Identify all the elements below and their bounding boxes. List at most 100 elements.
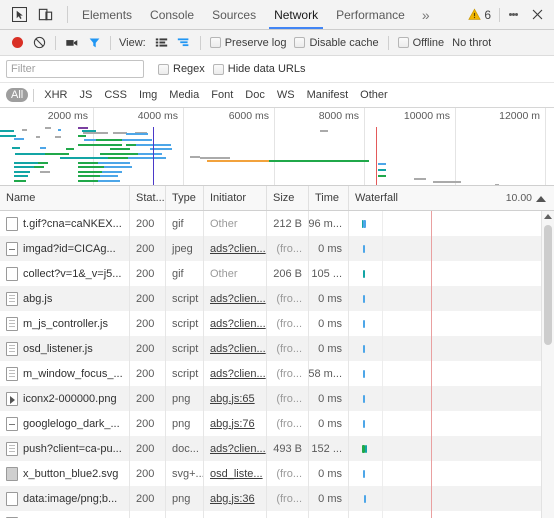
preserve-log-box xyxy=(209,37,221,48)
network-overview-timeline[interactable]: 2000 ms 4000 ms 6000 ms 8000 ms 10000 ms 1200… xyxy=(0,108,554,186)
regex-checkbox[interactable]: Regex xyxy=(154,63,209,75)
cell-initiator[interactable]: ads?clien... xyxy=(204,436,267,461)
inspect-element-icon[interactable] xyxy=(6,2,32,28)
overview-request-bar xyxy=(78,161,98,164)
warning-triangle-icon xyxy=(468,8,482,20)
cell-initiator[interactable]: ads?clien... xyxy=(204,286,267,311)
list-view-icon[interactable] xyxy=(151,32,173,54)
funnel-icon[interactable] xyxy=(83,32,105,54)
cell-status: 200 xyxy=(130,461,166,486)
cell-name[interactable]: osd_listener.js xyxy=(0,336,130,361)
sort-ascending-icon[interactable] xyxy=(532,186,550,210)
cell-name[interactable]: collect?v=1&_v=j5... xyxy=(0,261,130,286)
column-header-initiator[interactable]: Initiator xyxy=(204,186,267,210)
table-row[interactable]: x_button_blue2.svg 200 svg+... osd_liste...… xyxy=(0,461,554,486)
overview-tick-label: 10000 ms xyxy=(403,110,450,122)
overview-request-bar xyxy=(100,175,118,177)
type-filter-js[interactable]: JS xyxy=(74,88,97,102)
cell-name[interactable]: googlelogo_dark_... xyxy=(0,411,130,436)
cell-initiator[interactable]: abg.js:65 xyxy=(204,386,267,411)
cell-name[interactable]: t.gif?cna=caNKEX... xyxy=(0,211,130,236)
device-toolbar-icon[interactable] xyxy=(32,2,58,28)
cell-name[interactable]: m_window_focus_... xyxy=(0,361,130,386)
vertical-scrollbar[interactable] xyxy=(541,211,554,518)
cell-name[interactable]: us.php?dynk=ga2... xyxy=(0,511,130,518)
resource-type-filters: All XHR JS CSS Img Media Font Doc WS Man… xyxy=(0,83,554,108)
tab-network[interactable]: Network xyxy=(265,0,327,29)
cell-name[interactable]: imgad?id=CICAg... xyxy=(0,236,130,261)
table-row[interactable]: m_js_controller.js 200 script ads?clien...(… xyxy=(0,311,554,336)
hide-data-urls-checkbox[interactable]: Hide data URLs xyxy=(209,63,310,75)
doc-icon xyxy=(6,441,18,456)
more-tabs-icon[interactable]: » xyxy=(414,0,438,29)
table-row[interactable]: push?client=ca-pu... 200 doc... ads?clien..… xyxy=(0,436,554,461)
waterfall-bar xyxy=(365,445,367,453)
cell-name[interactable]: data:image/png;b... xyxy=(0,486,130,511)
offline-checkbox[interactable]: Offline xyxy=(394,37,449,49)
tab-console[interactable]: Console xyxy=(141,0,203,29)
type-filter-doc[interactable]: Doc xyxy=(240,88,270,102)
cell-time: 0 ms xyxy=(309,311,349,336)
table-row[interactable]: googlelogo_dark_... 200 png abg.js:76 (fro..… xyxy=(0,411,554,436)
cell-initiator[interactable]: ads?clien... xyxy=(204,361,267,386)
camera-icon[interactable] xyxy=(61,32,83,54)
column-header-waterfall[interactable]: Waterfall 10.00 xyxy=(349,186,554,210)
more-options-icon[interactable] xyxy=(502,2,524,28)
cell-name[interactable]: iconx2-000000.png xyxy=(0,386,130,411)
column-header-status[interactable]: Stat... xyxy=(130,186,166,210)
filter-input[interactable] xyxy=(6,60,144,78)
close-icon[interactable] xyxy=(524,2,550,28)
minus-icon xyxy=(6,241,18,256)
throttling-select[interactable]: No throt xyxy=(452,37,491,49)
scrollbar-thumb[interactable] xyxy=(544,225,552,345)
warning-badge[interactable]: 6 xyxy=(462,8,497,22)
table-row[interactable]: us.php?dynk=ga2...302text...push?clie...… xyxy=(0,511,554,518)
table-row[interactable]: collect?v=1&_v=j5... 200 gif Other 206 B 105 … xyxy=(0,261,554,286)
cell-waterfall xyxy=(349,461,554,486)
cell-status: 200 xyxy=(130,386,166,411)
preserve-log-checkbox[interactable]: Preserve log xyxy=(206,37,291,49)
record-icon[interactable] xyxy=(6,32,28,54)
table-row[interactable]: data:image/png;b... 200 png abg.js:36 (fro..… xyxy=(0,486,554,511)
scroll-up-icon[interactable] xyxy=(544,214,552,219)
type-filter-ws[interactable]: WS xyxy=(272,88,300,102)
column-header-type[interactable]: Type xyxy=(166,186,204,210)
cell-initiator[interactable]: ads?clien... xyxy=(204,311,267,336)
table-row[interactable]: imgad?id=CICAg... 200 jpeg ads?clien... (fro… xyxy=(0,236,554,261)
table-row[interactable]: t.gif?cna=caNKEX... 200 gif Other 212 B 96 m.… xyxy=(0,211,554,236)
cell-name[interactable]: m_js_controller.js xyxy=(0,311,130,336)
cell-initiator[interactable]: ads?clien... xyxy=(204,336,267,361)
tab-sources[interactable]: Sources xyxy=(203,0,265,29)
type-filter-css[interactable]: CSS xyxy=(99,88,132,102)
clear-icon[interactable] xyxy=(28,32,50,54)
disable-cache-checkbox[interactable]: Disable cache xyxy=(290,37,382,49)
cell-initiator[interactable]: abg.js:76 xyxy=(204,411,267,436)
cell-initiator[interactable]: abg.js:36 xyxy=(204,486,267,511)
cell-initiator[interactable]: push?clie... xyxy=(204,511,267,518)
column-header-size[interactable]: Size xyxy=(267,186,309,210)
tab-elements[interactable]: Elements xyxy=(73,0,141,29)
table-row[interactable]: abg.js 200 script ads?clien... (fro... 0 ms xyxy=(0,286,554,311)
table-row[interactable]: osd_listener.js 200 script ads?clien... (fro… xyxy=(0,336,554,361)
type-filter-other[interactable]: Other xyxy=(355,88,393,102)
column-header-time[interactable]: Time xyxy=(309,186,349,210)
table-row[interactable]: iconx2-000000.png 200 png abg.js:65 (fro... 0… xyxy=(0,386,554,411)
cell-initiator[interactable]: ads?clien... xyxy=(204,236,267,261)
type-filter-manifest[interactable]: Manifest xyxy=(302,88,354,102)
cell-waterfall xyxy=(349,361,554,386)
cell-name[interactable]: push?client=ca-pu... xyxy=(0,436,130,461)
type-filter-img[interactable]: Img xyxy=(134,88,162,102)
cell-name[interactable]: x_button_blue2.svg xyxy=(0,461,130,486)
column-header-name[interactable]: Name xyxy=(0,186,130,210)
cell-initiator[interactable]: osd_liste... xyxy=(204,461,267,486)
cell-name[interactable]: abg.js xyxy=(0,286,130,311)
table-row[interactable]: m_window_focus_... 200 script ads?clien...(… xyxy=(0,361,554,386)
type-filter-xhr[interactable]: XHR xyxy=(39,88,72,102)
waterfall-view-icon[interactable] xyxy=(173,32,195,54)
view-label: View: xyxy=(119,36,146,49)
type-filter-font[interactable]: Font xyxy=(206,88,238,102)
tab-performance[interactable]: Performance xyxy=(327,0,414,29)
cell-waterfall xyxy=(349,336,554,361)
type-filter-all[interactable]: All xyxy=(6,88,29,102)
type-filter-media[interactable]: Media xyxy=(164,88,204,102)
